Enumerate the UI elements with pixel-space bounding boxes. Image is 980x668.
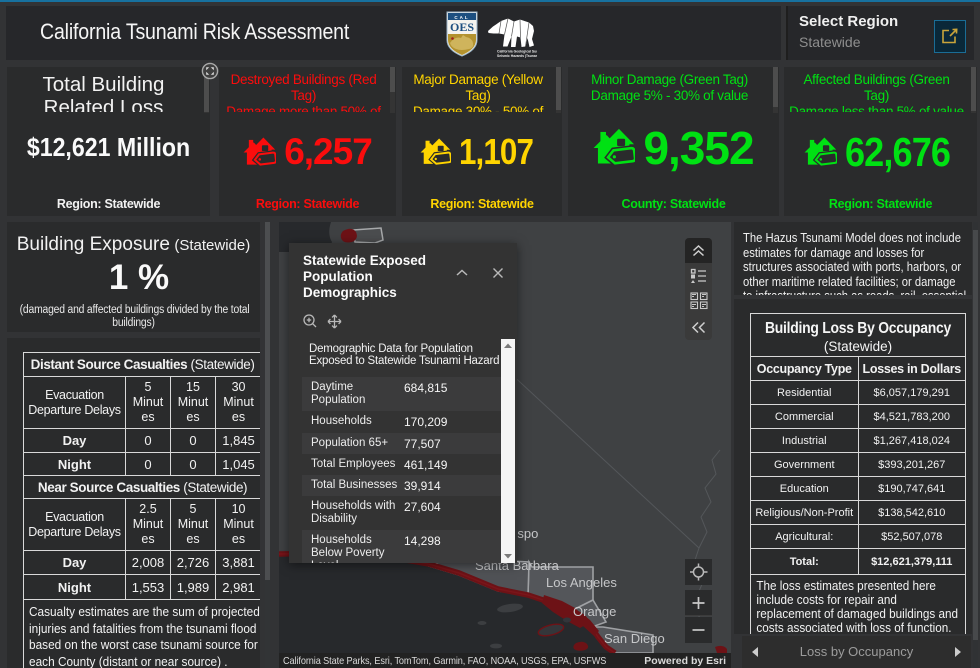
svg-text:California Geological Survey: California Geological Survey bbox=[497, 50, 537, 54]
svg-text:San Diego: San Diego bbox=[604, 631, 665, 646]
svg-text:Seismic Hazards (Tsunami Unit): Seismic Hazards (Tsunami Unit) bbox=[497, 54, 537, 58]
svg-text:Orange: Orange bbox=[573, 604, 616, 619]
svg-text:OES: OES bbox=[450, 20, 474, 34]
svg-text:Los Angeles: Los Angeles bbox=[546, 575, 617, 590]
